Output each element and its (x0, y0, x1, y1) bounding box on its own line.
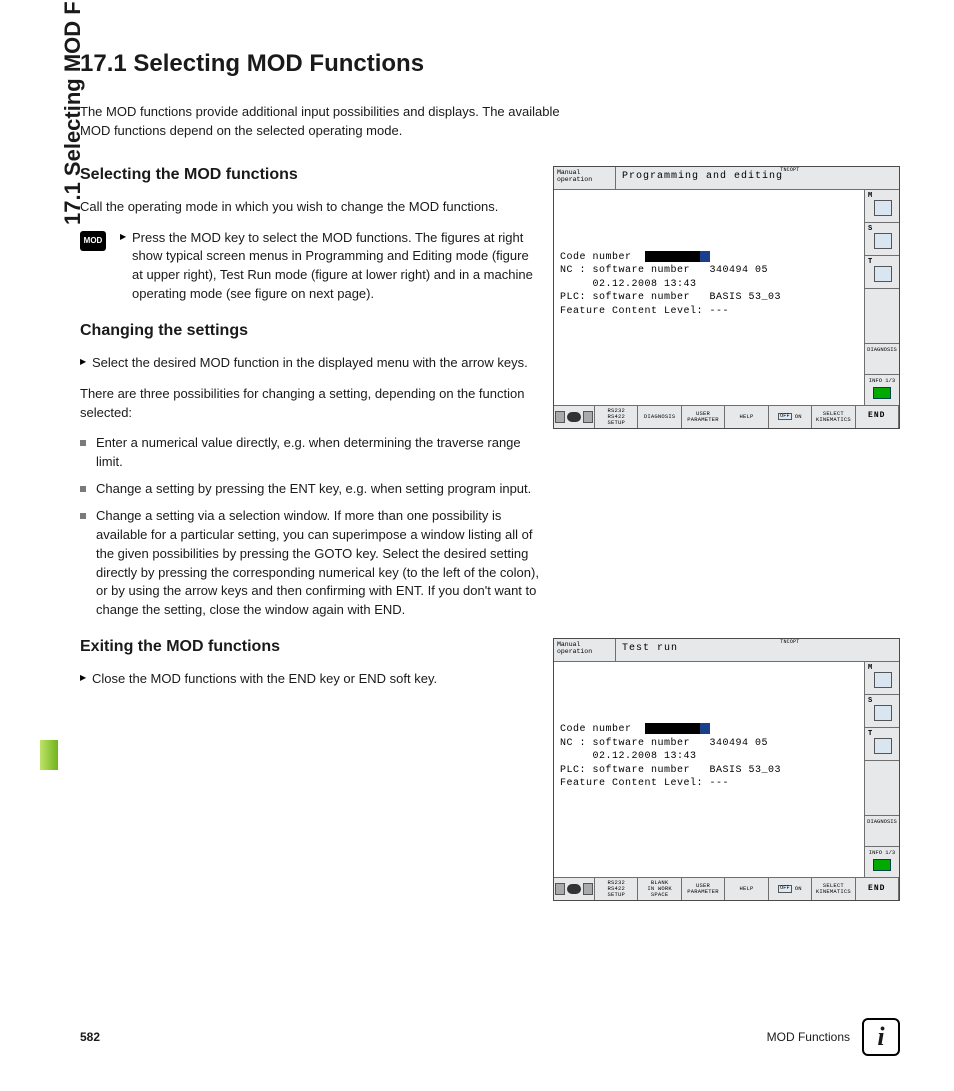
softkey-diagnosis[interactable]: DIAGNOSIS (638, 406, 681, 428)
section-selecting: Selecting the MOD functions Call the ope… (80, 166, 900, 304)
chapter-name: MOD Functions (767, 1030, 850, 1044)
screen2-mode: Manual operation (554, 639, 616, 661)
bullet-2: Change a setting by pressing the ENT key… (80, 480, 540, 499)
selecting-intro: Call the operating mode in which you wis… (80, 198, 540, 217)
screen1-mode-l1: Manual (557, 169, 580, 176)
changing-intro: There are three possibilities for changi… (80, 385, 540, 423)
side-accent-bar (40, 740, 58, 770)
mod-key-instruction: MOD Press the MOD key to select the MOD … (80, 229, 540, 304)
exiting-step: Close the MOD functions with the END key… (80, 670, 540, 689)
side-btn-t[interactable]: T (865, 256, 899, 289)
page-number: 582 (80, 1030, 100, 1044)
bullet-1: Enter a numerical value directly, e.g. w… (80, 434, 540, 472)
screen2-softkeys: RS232 RS422 SETUP BLANK IN WORK SPACE US… (554, 877, 899, 900)
screen1-title: Programming and editing (616, 167, 899, 189)
mod-key-icon: MOD (80, 231, 106, 251)
softkey-rs232[interactable]: RS232 RS422 SETUP (595, 406, 638, 428)
info-icon: i (862, 1018, 900, 1056)
screen1-sidebar: M S T DIAGNOSIS INFO 1/3 (864, 190, 899, 405)
screen1-softkeys: RS232 RS422 SETUP DIAGNOSIS USER PARAMET… (554, 405, 899, 428)
screen1-main: Code number NC : software number 340494 … (554, 190, 864, 405)
side-btn-s[interactable]: S (865, 223, 899, 256)
softkey-pager[interactable] (554, 406, 595, 428)
softkey2-pager[interactable] (554, 878, 595, 900)
screen1-header: Manual operation Programming and editing (554, 167, 899, 190)
screen1-date-line: 02.12.2008 13:43 (560, 278, 858, 292)
softkey2-blank[interactable]: BLANK IN WORK SPACE (638, 878, 681, 900)
softkey2-user-parameter[interactable]: USER PARAMETER (682, 878, 725, 900)
screen1-fcl-line: Feature Content Level: --- (560, 305, 858, 319)
changing-step: Select the desired MOD function in the d… (80, 354, 540, 373)
code-number-field-2[interactable] (645, 723, 700, 734)
mod-key-step: Press the MOD key to select the MOD func… (120, 229, 540, 304)
screenshot-programming-editing: Manual operation Programming and editing… (553, 166, 900, 429)
softkey2-select-kinematics[interactable]: SELECT KINEMATICS (812, 878, 855, 900)
side2-btn-m[interactable]: M (865, 662, 899, 695)
screen1-plc-line: PLC: software number BASIS 53_03 (560, 291, 858, 305)
side2-diagnosis[interactable]: DIAGNOSIS (865, 816, 899, 847)
tncopt-on: ON (795, 414, 802, 420)
screen2-title: Test run (616, 639, 899, 661)
screen2-header: Manual operation Test run (554, 639, 899, 662)
page-title: 17.1 Selecting MOD Functions (80, 50, 900, 78)
softkey2-rs232[interactable]: RS232 RS422 SETUP (595, 878, 638, 900)
softkey-end[interactable]: END (856, 406, 899, 428)
screen1-mode-l2: operation (557, 176, 592, 183)
section-changing: Select the desired MOD function in the d… (80, 354, 540, 620)
page-content: 17.1 Selecting MOD Functions The MOD fun… (80, 50, 900, 918)
side2-btn-t[interactable]: T (865, 728, 899, 761)
softkey-tncopt[interactable]: TNCOPT OFF ON (769, 406, 812, 428)
code-number-field[interactable] (645, 251, 700, 262)
softkey2-help[interactable]: HELP (725, 878, 768, 900)
side2-info[interactable]: INFO 1/3 (865, 847, 899, 877)
side2-btn-s[interactable]: S (865, 695, 899, 728)
screen1-mode: Manual operation (554, 167, 616, 189)
screenshot-test-run: Manual operation Test run Code number NC… (553, 638, 900, 901)
changing-bullets: Enter a numerical value directly, e.g. w… (80, 434, 540, 620)
softkey-help[interactable]: HELP (725, 406, 768, 428)
screen1-nc-line: NC : software number 340494 05 (560, 264, 858, 278)
screen1-code-number: Code number (560, 251, 858, 265)
screen2-sidebar: M S T DIAGNOSIS INFO 1/3 (864, 662, 899, 877)
softkey2-end[interactable]: END (856, 878, 899, 900)
side-btn-m[interactable]: M (865, 190, 899, 223)
page-footer: 582 MOD Functions i (80, 1018, 900, 1056)
softkey-user-parameter[interactable]: USER PARAMETER (682, 406, 725, 428)
screen2-main: Code number NC : software number 340494 … (554, 662, 864, 877)
section-exiting: Exiting the MOD functions Close the MOD … (80, 638, 900, 918)
side-info[interactable]: INFO 1/3 (865, 375, 899, 405)
intro-paragraph: The MOD functions provide additional inp… (80, 103, 560, 141)
tncopt-off: OFF (778, 413, 792, 421)
softkey2-tncopt[interactable]: TNCOPT OFF ON (769, 878, 812, 900)
bullet-3: Change a setting via a selection window.… (80, 507, 540, 620)
side-diagnosis[interactable]: DIAGNOSIS (865, 344, 899, 375)
softkey-select-kinematics[interactable]: SELECT KINEMATICS (812, 406, 855, 428)
